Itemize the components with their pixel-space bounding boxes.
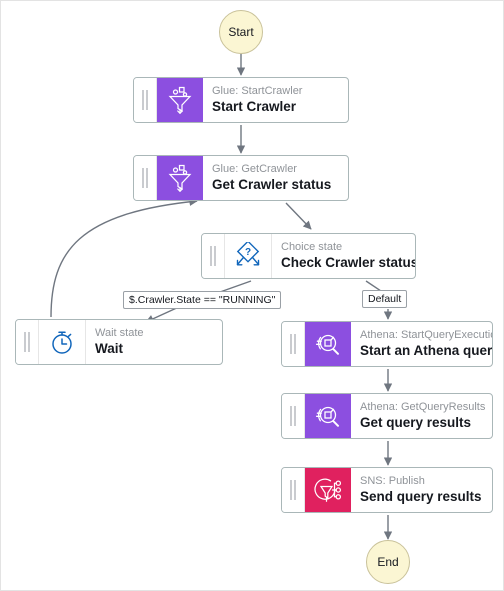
state-title: Check Crawler status [281,255,415,270]
state-subtitle: Glue: GetCrawler [212,163,297,175]
drag-handle-icon[interactable] [282,394,305,438]
drag-handle-icon[interactable] [134,156,157,200]
state-machine-canvas[interactable]: Start Glue: StartCrawler Start Crawler G… [0,0,504,591]
choice-diamond-question-icon: ? [225,234,272,278]
state-card-check-crawler-status[interactable]: ? Choice state Check Crawler status [201,233,416,279]
drag-handle-icon[interactable] [16,320,39,364]
edge-label-default: Default [362,290,408,308]
sns-megaphone-icon [305,468,351,512]
state-title: Start Crawler [212,99,297,114]
state-labels: Wait state Wait [86,320,222,364]
state-card-get-crawler[interactable]: Glue: GetCrawler Get Crawler status [133,155,349,201]
state-subtitle: SNS: Publish [360,475,425,487]
state-card-wait[interactable]: Wait state Wait [15,319,223,365]
edge-get-crawler-to-choice [285,202,312,230]
state-title: Send query results [360,489,482,504]
start-node[interactable]: Start [219,10,263,54]
state-card-start-crawler[interactable]: Glue: StartCrawler Start Crawler [133,77,349,123]
glue-funnel-icon [157,78,203,122]
glue-funnel-icon [157,156,203,200]
state-title: Wait [95,341,123,356]
start-label: Start [228,25,254,39]
state-subtitle: Athena: GetQueryResults [360,401,486,413]
athena-magnifier-icon [305,394,351,438]
state-subtitle: Choice state [281,241,343,253]
drag-handle-icon[interactable] [134,78,157,122]
end-label: End [377,555,399,569]
state-labels: SNS: Publish Send query results [351,468,492,512]
state-subtitle: Athena: StartQueryExecution [360,329,492,341]
state-title: Get Crawler status [212,177,332,192]
drag-handle-icon[interactable] [282,468,305,512]
state-labels: Choice state Check Crawler status [272,234,415,278]
state-title: Start an Athena query [360,343,492,358]
drag-handle-icon[interactable] [282,322,305,366]
state-labels: Glue: GetCrawler Get Crawler status [203,156,348,200]
state-labels: Athena: StartQueryExecution Start an Ath… [351,322,492,366]
athena-magnifier-icon [305,322,351,366]
state-labels: Athena: GetQueryResults Get query result… [351,394,492,438]
svg-text:?: ? [245,247,251,258]
state-subtitle: Wait state [95,327,144,339]
state-subtitle: Glue: StartCrawler [212,85,303,97]
state-card-start-athena-query[interactable]: Athena: StartQueryExecution Start an Ath… [281,321,493,367]
state-card-send-query-results[interactable]: SNS: Publish Send query results [281,467,493,513]
state-labels: Glue: StartCrawler Start Crawler [203,78,348,122]
state-title: Get query results [360,415,472,430]
stopwatch-icon [39,320,86,364]
drag-handle-icon[interactable] [202,234,225,278]
end-node[interactable]: End [366,540,410,584]
edge-label-running: $.Crawler.State == "RUNNING" [123,291,282,309]
state-card-get-query-results[interactable]: Athena: GetQueryResults Get query result… [281,393,493,439]
